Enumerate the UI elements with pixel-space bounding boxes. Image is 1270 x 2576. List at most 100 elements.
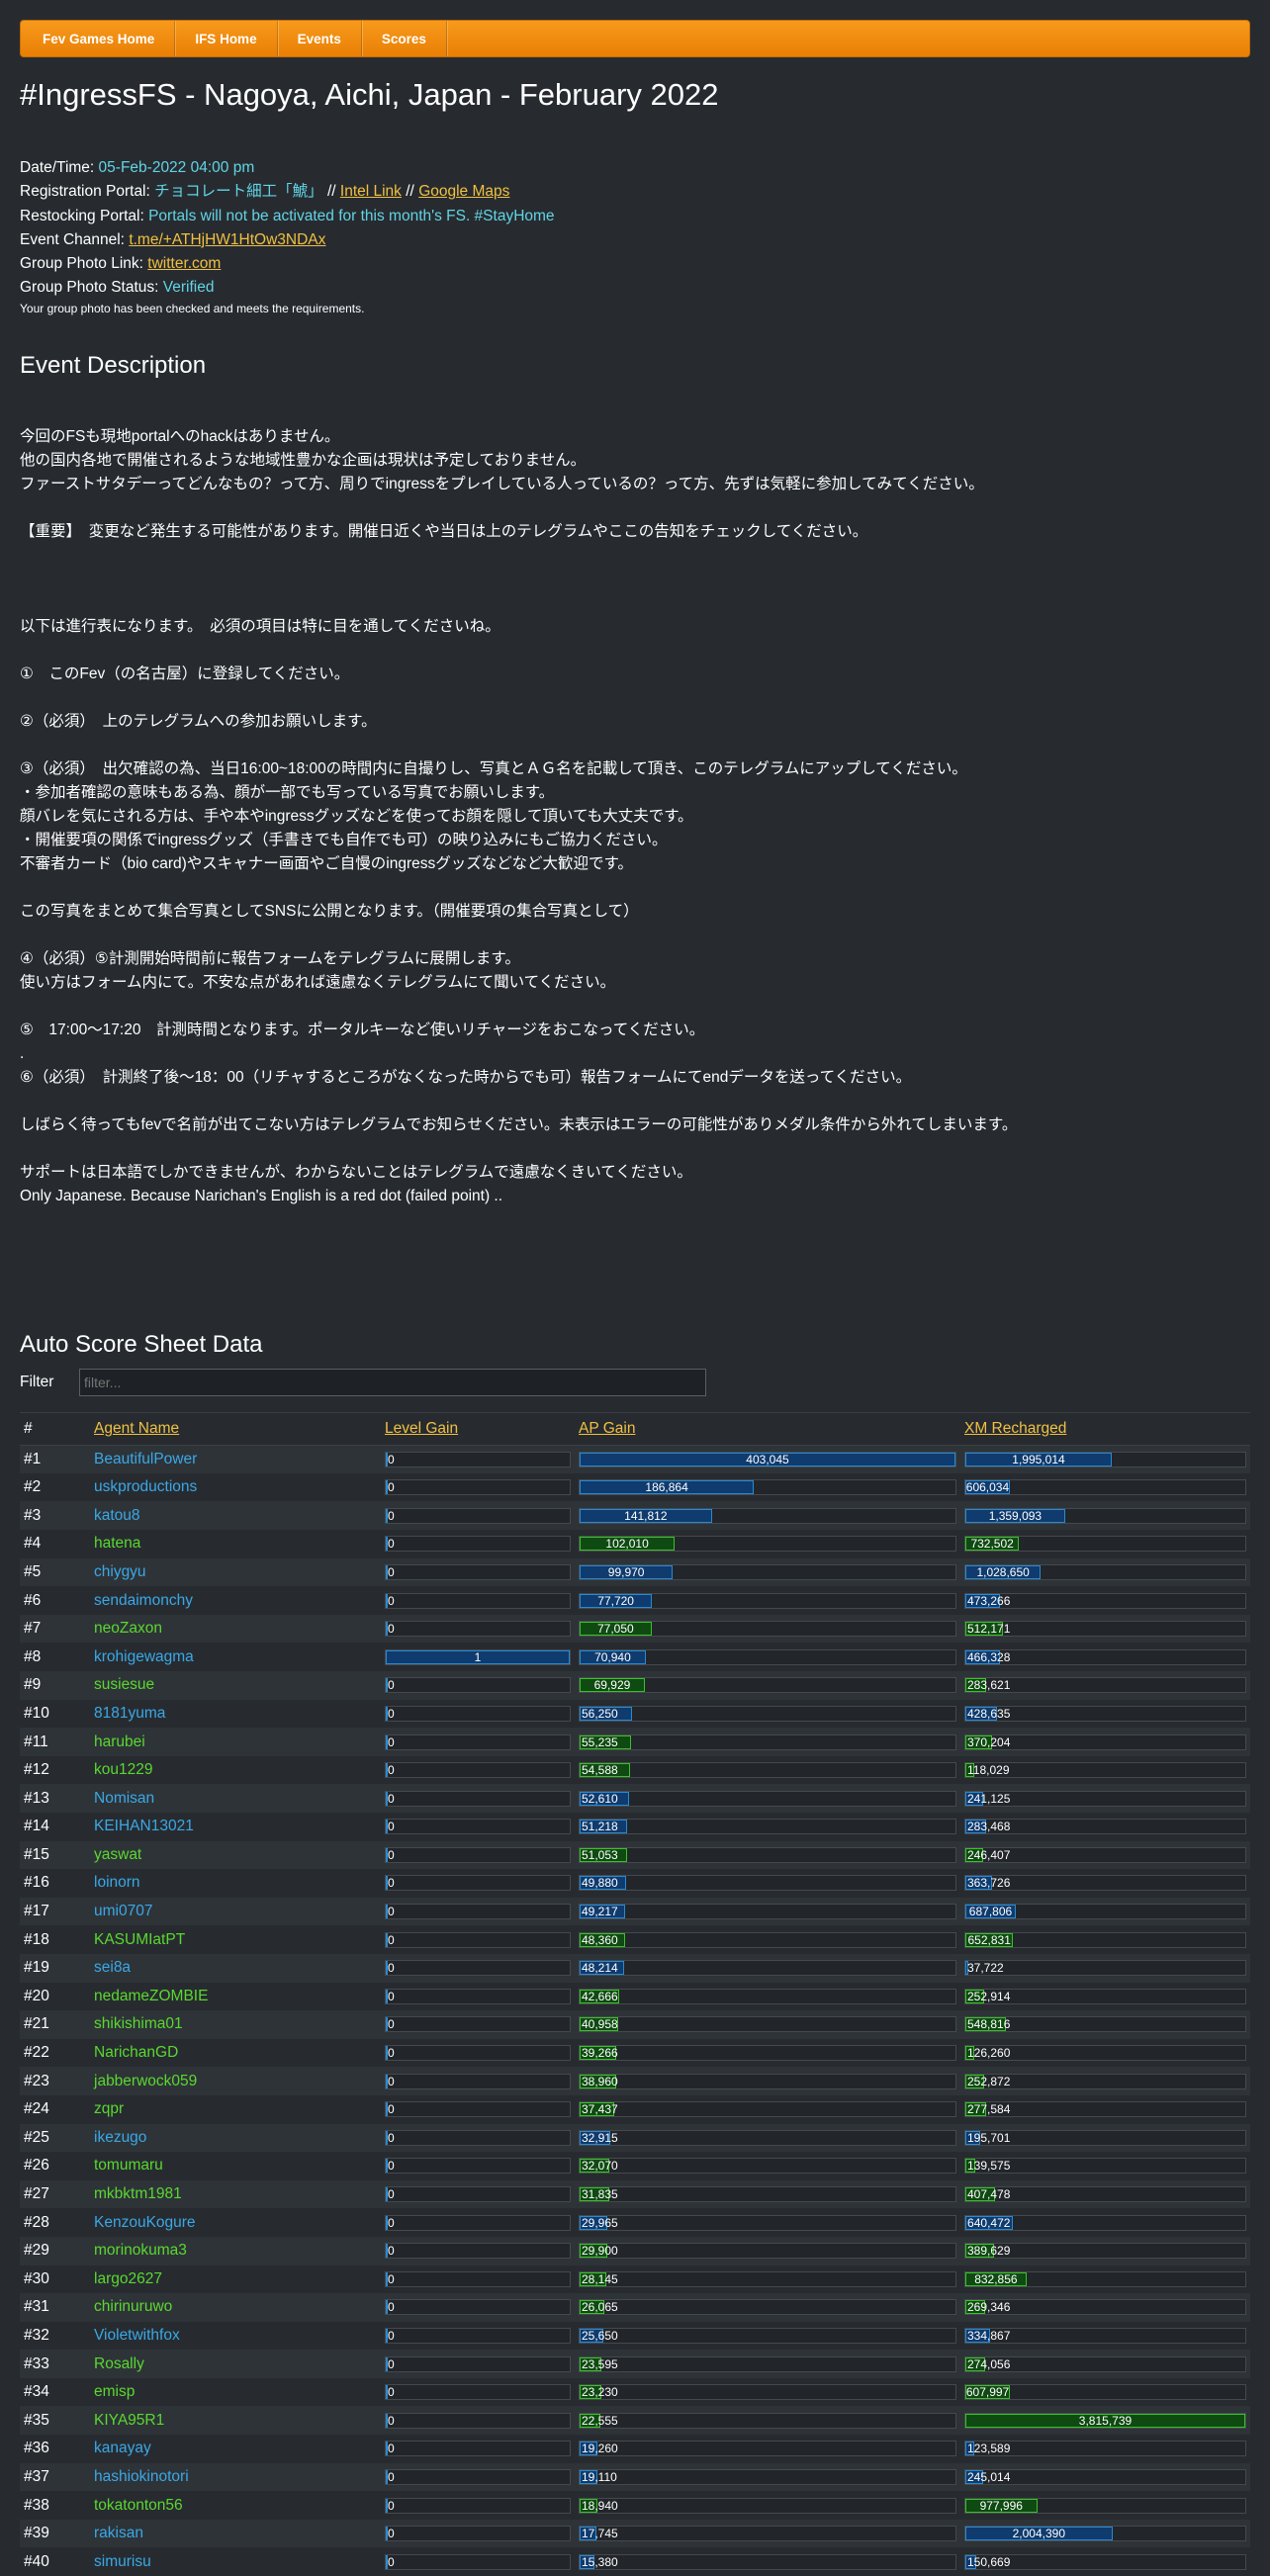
agent-name-cell[interactable]: hatena — [90, 1530, 381, 1558]
agent-name-cell[interactable]: katou8 — [90, 1501, 381, 1530]
event-channel-link[interactable]: t.me/+ATHjHW1HtOw3NDAx — [129, 231, 325, 248]
agent-name-cell[interactable]: sendaimonchy — [90, 1586, 381, 1615]
header-agent-name[interactable]: Agent Name — [90, 1411, 381, 1446]
table-row: #14 KEIHAN13021 0 51,218 283,468 — [20, 1813, 1250, 1841]
agent-name-cell[interactable]: simurisu — [90, 2547, 381, 2576]
header-level-gain[interactable]: Level Gain — [381, 1411, 575, 1446]
agent-name-cell[interactable]: Rosally — [90, 2350, 381, 2378]
ap-gain-value: 186,864 — [645, 1480, 688, 1495]
rank-cell: #9 — [24, 1676, 42, 1694]
agent-name-cell[interactable]: kou1229 — [90, 1756, 381, 1785]
agent-name-cell[interactable]: zqpr — [90, 2095, 381, 2124]
xm-recharged-value: 118,029 — [967, 1763, 1010, 1778]
description-line: 今回のFSも現地portalへのhackはありません。 — [20, 427, 340, 445]
agent-name-cell[interactable]: NarichanGD — [90, 2039, 381, 2068]
level-gain-value: 0 — [388, 1905, 395, 1919]
datetime-label: Date/Time: — [20, 159, 95, 176]
level-gain-value: 0 — [388, 1622, 395, 1637]
xm-recharged-bar: 139,575 — [964, 2158, 1246, 2175]
agent-name-cell[interactable]: chirinuruwo — [90, 2293, 381, 2322]
rank-cell: #3 — [24, 1506, 42, 1524]
agent-name-cell[interactable]: largo2627 — [90, 2265, 381, 2294]
agent-name-cell[interactable]: uskproductions — [90, 1473, 381, 1502]
agent-name-cell[interactable]: harubei — [90, 1728, 381, 1756]
agent-name-cell[interactable]: KenzouKogure — [90, 2208, 381, 2237]
level-gain-value: 0 — [388, 2159, 395, 2174]
ap-gain-bar: 29,965 — [579, 2214, 956, 2231]
rank-cell: #37 — [24, 2467, 49, 2485]
intel-link[interactable]: Intel Link — [340, 183, 402, 200]
description-line: ⑥（必須） 計測終了後～18：00（リチャするところがなくなった時からでも可）報… — [20, 1068, 912, 1086]
xm-recharged-value: 334,867 — [967, 2328, 1011, 2343]
agent-name-cell[interactable]: susiesue — [90, 1671, 381, 1700]
ap-gain-value: 40,958 — [582, 2017, 618, 2032]
agent-name-cell[interactable]: Violetwithfox — [90, 2322, 381, 2351]
description-line — [20, 1090, 1250, 1113]
agent-name-cell[interactable]: loinorn — [90, 1869, 381, 1898]
level-gain-value: 0 — [388, 2271, 395, 2286]
agent-name-cell[interactable]: KIYA95R1 — [90, 2406, 381, 2435]
agent-name-cell[interactable]: nedameZOMBIE — [90, 1983, 381, 2011]
level-gain-bar: 0 — [385, 1904, 571, 1920]
agent-name-cell[interactable]: shikishima01 — [90, 2010, 381, 2039]
rank-cell: #10 — [24, 1704, 49, 1722]
xm-recharged-bar: 606,034 — [964, 1479, 1246, 1496]
agent-name-cell[interactable]: neoZaxon — [90, 1615, 381, 1643]
agent-name-cell[interactable]: ikezugo — [90, 2124, 381, 2153]
xm-recharged-bar: 687,806 — [964, 1904, 1246, 1920]
nav-fev-games-home[interactable]: Fev Games Home — [21, 21, 176, 56]
ap-gain-bar: 39,266 — [579, 2045, 956, 2062]
agent-name-cell[interactable]: tomumaru — [90, 2152, 381, 2180]
agent-name-cell[interactable]: umi0707 — [90, 1898, 381, 1926]
agent-name-cell[interactable]: BeautifulPower — [90, 1445, 381, 1473]
agent-name-cell[interactable]: morinokuma3 — [90, 2237, 381, 2265]
agent-name-cell[interactable]: KEIHAN13021 — [90, 1813, 381, 1841]
group-photo-link[interactable]: twitter.com — [147, 255, 221, 272]
ap-gain-bar: 51,218 — [579, 1819, 956, 1835]
ap-gain-value: 23,230 — [582, 2385, 618, 2400]
level-gain-value: 0 — [388, 1876, 395, 1891]
level-gain-value: 0 — [388, 1820, 395, 1834]
rank-cell: #32 — [24, 2326, 49, 2344]
agent-name-cell[interactable]: tokatonton56 — [90, 2491, 381, 2520]
group-photo-status-label: Group Photo Status: — [20, 279, 159, 297]
level-gain-bar: 0 — [385, 1451, 571, 1467]
level-gain-bar: 0 — [385, 1960, 571, 1977]
agent-name-cell[interactable]: sei8a — [90, 1954, 381, 1983]
agent-name-cell[interactable]: kanayay — [90, 2435, 381, 2463]
nav-scores[interactable]: Scores — [362, 21, 447, 56]
xm-recharged-bar: 977,996 — [964, 2497, 1246, 2514]
xm-recharged-value: 283,621 — [967, 1678, 1011, 1693]
agent-name-cell[interactable]: 8181yuma — [90, 1700, 381, 1729]
group-photo-status-value: Verified — [162, 279, 215, 297]
registration-row: Registration Portal: チョコレート細工「鯱」 // Inte… — [20, 180, 1250, 204]
rank-cell: #25 — [24, 2128, 49, 2146]
xm-recharged-bar: 283,468 — [964, 1819, 1246, 1835]
nav-ifs-home[interactable]: IFS Home — [175, 21, 278, 56]
ap-gain-bar: 38,960 — [579, 2073, 956, 2089]
agent-name-cell[interactable]: chiygyu — [90, 1558, 381, 1587]
level-gain-value: 0 — [388, 2074, 395, 2088]
agent-name-cell[interactable]: hashiokinotori — [90, 2463, 381, 2492]
google-maps-link[interactable]: Google Maps — [418, 183, 509, 200]
filter-input[interactable] — [79, 1368, 706, 1396]
agent-name-cell[interactable]: mkbktm1981 — [90, 2180, 381, 2209]
description-line: 【重要】 変更など発生する可能性があります。開催日近くや当日は上のテレグラムやこ… — [20, 522, 868, 540]
ap-gain-bar: 37,437 — [579, 2101, 956, 2118]
agent-name-cell[interactable]: rakisan — [90, 2520, 381, 2548]
agent-name-cell[interactable]: Nomisan — [90, 1784, 381, 1813]
agent-name-cell[interactable]: yaswat — [90, 1841, 381, 1870]
table-row: #18 KASUMIatPT 0 48,360 652,831 — [20, 1925, 1250, 1954]
agent-name-cell[interactable]: KASUMIatPT — [90, 1925, 381, 1954]
nav-events[interactable]: Events — [278, 21, 362, 56]
xm-recharged-bar: 652,831 — [964, 1931, 1246, 1948]
description-line: 使い方はフォーム内にて。不安な点があれば遠慮なくテレグラムにて聞いてください。 — [20, 973, 616, 991]
header-ap-gain[interactable]: AP Gain — [575, 1411, 960, 1446]
agent-name-cell[interactable]: jabberwock059 — [90, 2067, 381, 2095]
agent-name-cell[interactable]: krohigewagma — [90, 1643, 381, 1671]
header-xm-recharged[interactable]: XM Recharged — [960, 1411, 1250, 1446]
agent-name-cell[interactable]: emisp — [90, 2378, 381, 2407]
xm-recharged-value: 2,004,390 — [1012, 2527, 1066, 2541]
ap-gain-bar: 19,110 — [579, 2468, 956, 2485]
level-gain-value: 0 — [388, 2413, 395, 2428]
